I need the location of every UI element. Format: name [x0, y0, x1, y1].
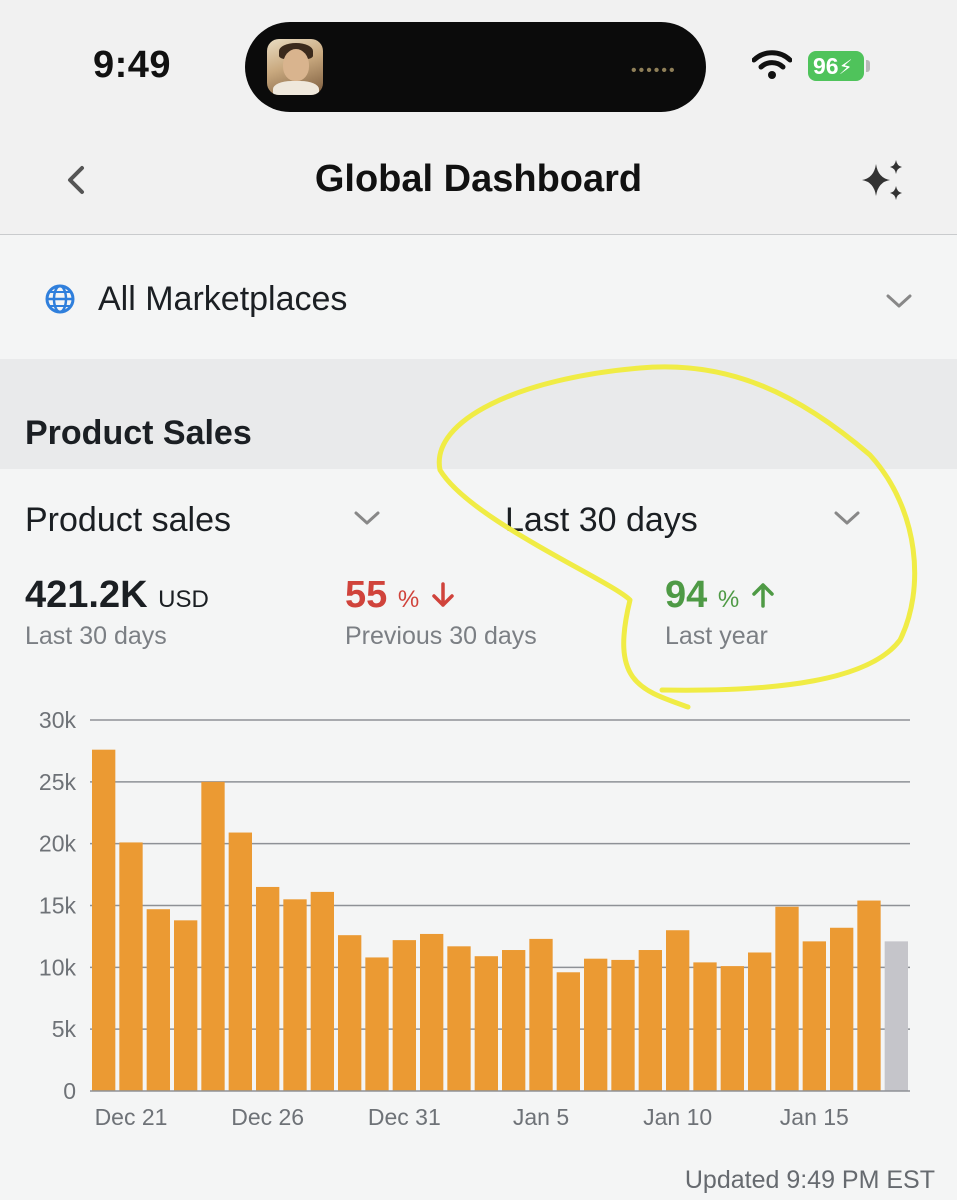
- bar[interactable]: [529, 938, 553, 1091]
- x-tick-label: Jan 10: [643, 1104, 712, 1130]
- section-header: Product Sales: [0, 359, 957, 469]
- period-dropdown-label: Last 30 days: [505, 501, 698, 539]
- chevron-down-icon: [886, 294, 912, 308]
- bar[interactable]: [119, 842, 143, 1091]
- previous-period-change: 55 %: [345, 574, 456, 617]
- section-title: Product Sales: [25, 414, 252, 452]
- x-tick-label: Dec 21: [95, 1104, 168, 1130]
- sparkles-icon[interactable]: [858, 156, 908, 206]
- wifi-icon: [752, 50, 792, 79]
- bar[interactable]: [830, 927, 854, 1091]
- bar[interactable]: [283, 899, 307, 1091]
- bar[interactable]: [584, 958, 608, 1091]
- bar[interactable]: [638, 950, 662, 1091]
- period-dropdown[interactable]: Last 30 days: [505, 501, 698, 540]
- marketplace-selector[interactable]: All Marketplaces: [0, 235, 957, 359]
- chevron-down-icon[interactable]: [352, 508, 382, 528]
- bar[interactable]: [802, 941, 826, 1091]
- bar[interactable]: [611, 959, 635, 1091]
- total-sales-caption: Last 30 days: [25, 622, 167, 650]
- bar[interactable]: [310, 891, 334, 1091]
- last-updated-text: Updated 9:49 PM EST: [684, 1166, 935, 1194]
- x-tick-label: Jan 5: [513, 1104, 569, 1130]
- bar[interactable]: [92, 749, 116, 1091]
- bar[interactable]: [392, 940, 416, 1091]
- y-tick-label: 30k: [39, 707, 77, 733]
- sales-bar-chart: 0 5k 10k 15k 20k 25k 30k Dec 21 Dec 26 Dec 31 Jan …: [39, 707, 910, 1130]
- bar[interactable]: [420, 933, 444, 1091]
- y-tick-label: 0: [63, 1078, 76, 1104]
- arrow-down-icon: [432, 582, 454, 607]
- last-year-caption: Last year: [665, 622, 768, 650]
- charging-icon: ⚡: [838, 57, 853, 79]
- total-sales-value: 421.2K USD: [25, 574, 209, 616]
- metric-dropdown-label: Product sales: [25, 501, 231, 539]
- bar[interactable]: [447, 946, 471, 1091]
- y-tick-label: 10k: [39, 954, 77, 980]
- last-year-change: 94 %: [665, 574, 776, 617]
- metric-dropdown[interactable]: Product sales: [25, 501, 231, 540]
- bar[interactable]: [693, 962, 717, 1091]
- bar[interactable]: [256, 886, 280, 1091]
- bar[interactable]: [748, 952, 772, 1091]
- y-tick-label: 15k: [39, 893, 77, 919]
- bar[interactable]: [228, 832, 252, 1091]
- x-tick-label: Jan 15: [780, 1104, 849, 1130]
- bar[interactable]: [556, 972, 580, 1091]
- bar[interactable]: [720, 966, 744, 1091]
- nav-bar: Global Dashboard: [0, 130, 957, 235]
- bar[interactable]: [201, 781, 225, 1091]
- globe-icon: [45, 284, 75, 314]
- arrow-up-icon: [752, 583, 774, 608]
- y-tick-label: 5k: [52, 1016, 77, 1042]
- battery-level: 96: [813, 53, 839, 79]
- bar[interactable]: [666, 930, 690, 1091]
- y-tick-label: 25k: [39, 769, 77, 795]
- bar[interactable]: [174, 920, 198, 1091]
- bar[interactable]: [775, 906, 799, 1091]
- bar[interactable]: [857, 900, 881, 1091]
- bar[interactable]: [474, 956, 498, 1091]
- bar[interactable]: [502, 950, 526, 1091]
- status-time: 9:49: [93, 44, 172, 86]
- dynamic-island[interactable]: ••••••: [245, 22, 706, 112]
- x-tick-label: Dec 31: [368, 1104, 441, 1130]
- page-title: Global Dashboard: [314, 158, 643, 200]
- bar[interactable]: [365, 957, 389, 1091]
- audio-waveform-icon: ••••••: [631, 62, 677, 79]
- y-tick-label: 20k: [39, 831, 77, 857]
- x-tick-label: Dec 26: [231, 1104, 304, 1130]
- bar[interactable]: [338, 935, 362, 1091]
- marketplace-label: All Marketplaces: [98, 280, 348, 318]
- bar[interactable]: [146, 909, 170, 1091]
- previous-period-caption: Previous 30 days: [345, 622, 537, 650]
- now-playing-artwork[interactable]: [267, 39, 323, 95]
- bar[interactable]: [884, 941, 908, 1091]
- battery-cap: [866, 60, 870, 72]
- chevron-down-icon[interactable]: [832, 508, 862, 528]
- battery-indicator: 96⚡: [808, 51, 864, 81]
- status-bar: 9:49 •••••• 96⚡: [0, 0, 957, 130]
